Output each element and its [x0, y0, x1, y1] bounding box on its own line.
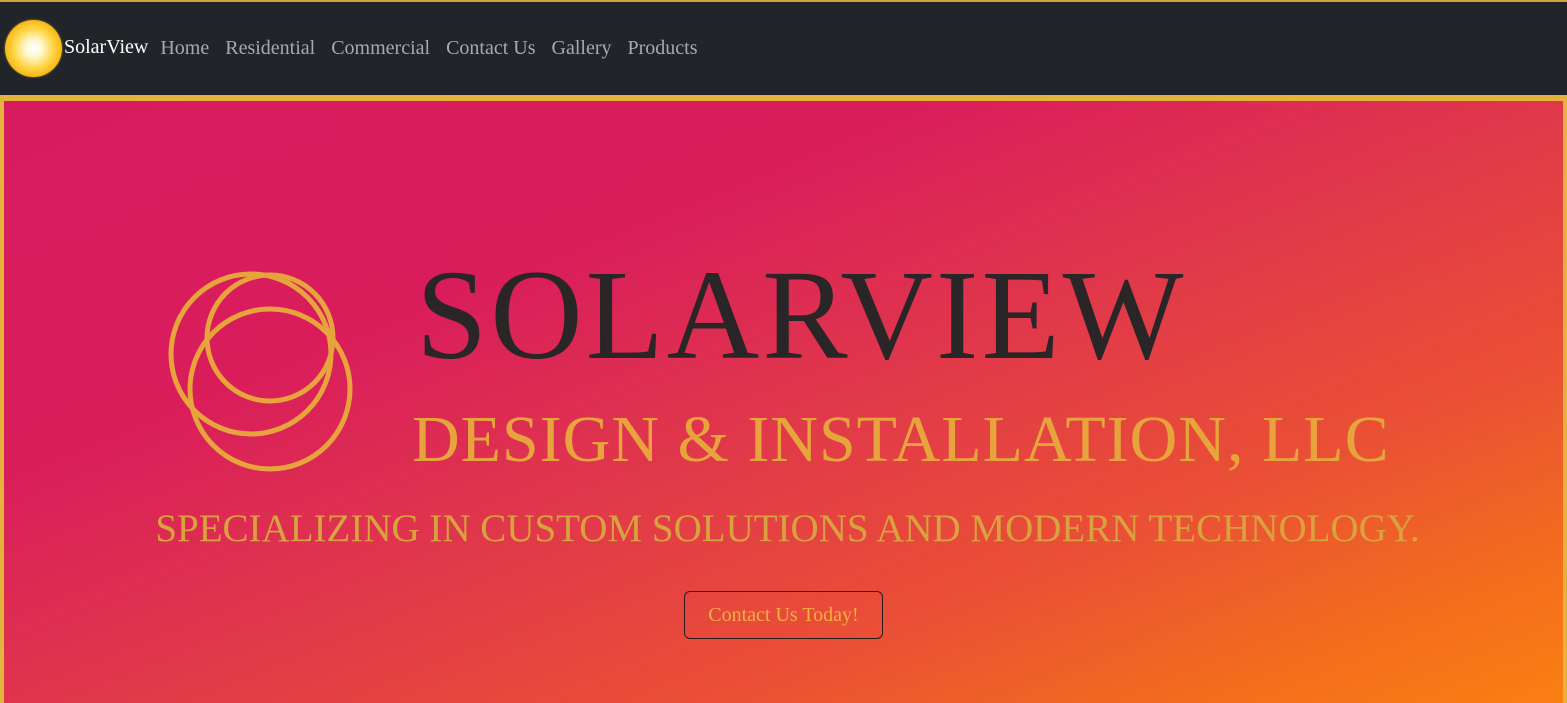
contact-us-today-button[interactable]: Contact Us Today!: [684, 591, 883, 639]
nav-link-gallery[interactable]: Gallery: [544, 37, 620, 60]
hero-section: SOLARVIEW DESIGN & INSTALLATION, LLC SPE…: [0, 95, 1567, 703]
brand-name: SolarView: [64, 36, 149, 58]
hero-tagline: SPECIALIZING IN CUSTOM SOLUTIONS AND MOD…: [155, 507, 1420, 550]
nav-link-products[interactable]: Products: [620, 37, 706, 60]
logo-title: SOLARVIEW: [416, 244, 1187, 386]
logo-subtitle: DESIGN & INSTALLATION, LLC: [412, 403, 1390, 476]
nav-link-commercial[interactable]: Commercial: [323, 37, 438, 60]
sun-icon: [5, 20, 62, 77]
nav-link-residential[interactable]: Residential: [217, 37, 323, 60]
nav-link-contact-us[interactable]: Contact Us: [438, 37, 543, 60]
navbar: SolarView Home Residential Commercial Co…: [0, 0, 1567, 95]
nav-link-home[interactable]: Home: [152, 37, 217, 60]
nav-links: Home Residential Commercial Contact Us G…: [152, 37, 705, 60]
brand-link[interactable]: SolarView: [5, 20, 148, 77]
overlapping-rings-icon: [168, 271, 353, 472]
